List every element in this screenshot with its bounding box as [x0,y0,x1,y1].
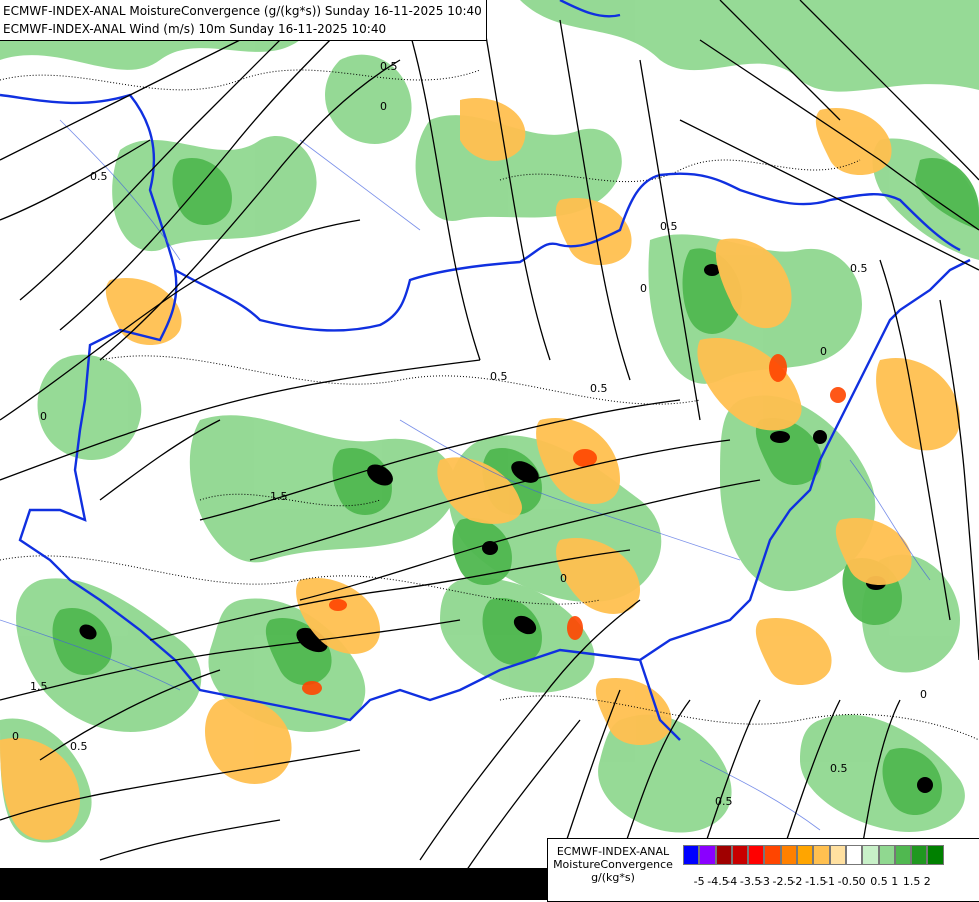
legend-tick-label: 1 [887,875,903,888]
legend-swatch [813,845,829,865]
color-legend: ECMWF-INDEX-ANAL MoistureConvergence g/(… [547,838,979,902]
contour-label: 1.5 [270,490,288,503]
contour-label: 0 [380,100,387,113]
contour-label: 0 [40,410,47,423]
legend-tick-label: -3 [756,875,772,888]
legend-swatch [830,845,846,865]
contour-label: 1.5 [30,680,48,693]
contour-label: 0 [560,572,567,585]
legend-swatches [683,845,944,865]
legend-tick-label: 0 [854,875,870,888]
legend-swatch [781,845,797,865]
legend-ticks: -5-4.5-4-3.5-3-2.5-2-1.5-1-0.500.511.52 [683,875,935,888]
legend-tick-label: 2 [919,875,935,888]
legend-swatch [699,845,715,865]
legend-swatch [911,845,927,865]
legend-tick-label: -3.5 [740,875,756,888]
contour-label: 0 [820,345,827,358]
legend-tick-label: 1.5 [903,875,919,888]
legend-tick-label: 0.5 [870,875,886,888]
legend-swatch [716,845,732,865]
legend-tick-label: -4 [724,875,740,888]
contour-label: 0.5 [590,382,608,395]
legend-title-line2: MoistureConvergence [548,858,678,871]
title-line-wind: ECMWF-INDEX-ANAL Wind (m/s) 10m Sunday 1… [3,20,482,38]
legend-title-line1: ECMWF-INDEX-ANAL [548,845,678,858]
legend-tick-label: -4.5 [707,875,723,888]
weather-map: 0.5 0.5 0.5 0.5 0.5 0.5 0.5 0.5 0.5 1.5 … [0,0,979,900]
contour-label: 0.5 [90,170,108,183]
legend-tick-label: -5 [691,875,707,888]
legend-swatch [927,845,943,865]
contour-label: 0 [640,282,647,295]
contour-label: 0.5 [830,762,848,775]
legend-swatch [797,845,813,865]
legend-swatch [879,845,895,865]
legend-tick-label: -2 [789,875,805,888]
legend-swatch [846,845,862,865]
legend-swatch [764,845,780,865]
legend-swatch [683,845,699,865]
legend-tick-label: -1 [821,875,837,888]
contour-label: 0.5 [850,262,868,275]
legend-title-line3: g/(kg*s) [548,871,678,884]
title-line-moisture: ECMWF-INDEX-ANAL MoistureConvergence (g/… [3,2,482,20]
bottom-band [0,868,547,900]
legend-swatch [862,845,878,865]
legend-tick-label: -0.5 [838,875,854,888]
contour-label: 0.5 [380,60,398,73]
contour-label: 0.5 [70,740,88,753]
map-title-box: ECMWF-INDEX-ANAL MoistureConvergence (g/… [0,0,487,41]
legend-swatch [732,845,748,865]
legend-tick-label: -1.5 [805,875,821,888]
contour-label: 0 [920,688,927,701]
contour-label: 0 [12,730,19,743]
legend-title: ECMWF-INDEX-ANAL MoistureConvergence g/(… [548,845,678,884]
legend-tick-label: -2.5 [772,875,788,888]
legend-swatch [748,845,764,865]
legend-swatch [895,845,911,865]
contour-label: 0.5 [490,370,508,383]
contour-label: 0.5 [715,795,733,808]
contour-label: 0.5 [660,220,678,233]
